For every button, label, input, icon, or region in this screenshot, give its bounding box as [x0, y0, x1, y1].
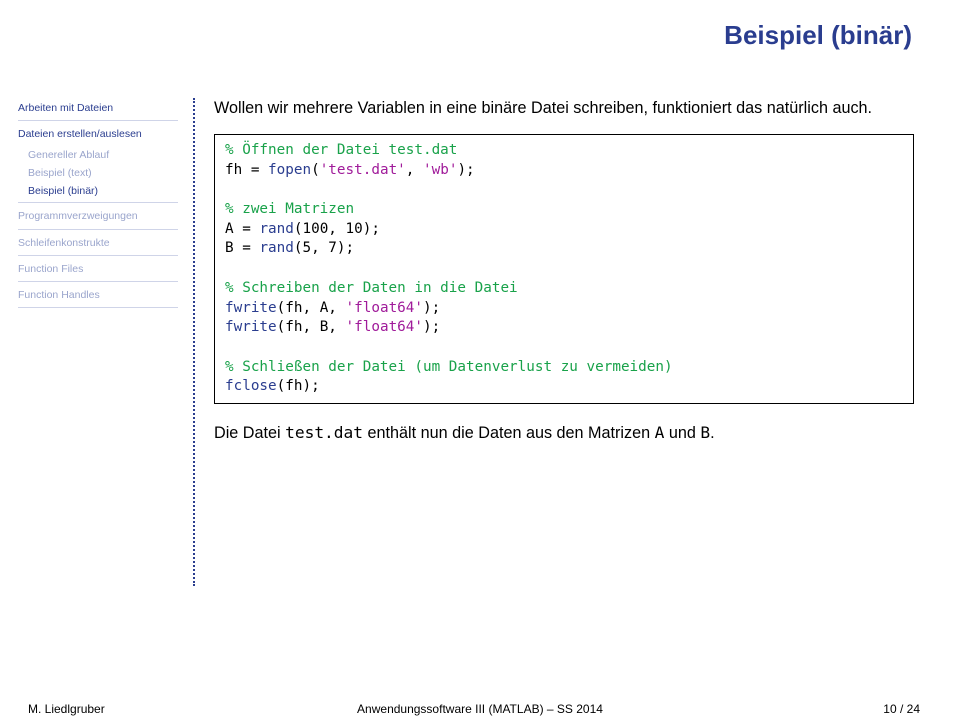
code-keyword: fclose: [225, 378, 277, 394]
slide-page: Beispiel (binär) Arbeiten mit Dateien Da…: [0, 0, 960, 720]
code-text: (fh, A,: [277, 300, 346, 316]
code-text: );: [423, 319, 440, 335]
sidebar-rule: [18, 255, 178, 256]
sidebar-rule: [18, 202, 178, 203]
sidebar-rule: [18, 307, 178, 308]
code-text: (: [311, 162, 320, 178]
slide-title: Beispiel (binär): [724, 20, 912, 51]
vertical-divider: [193, 98, 195, 586]
outro-code: B: [700, 423, 710, 442]
sidebar-item[interactable]: Beispiel (text): [18, 165, 178, 181]
code-text: (100, 10);: [294, 221, 380, 237]
code-text: B =: [225, 240, 259, 256]
outro-text: Die Datei: [214, 424, 285, 442]
footer-course: Anwendungssoftware III (MATLAB) – SS 201…: [0, 702, 960, 716]
sidebar-item[interactable]: Programmverzweigungen: [18, 208, 178, 224]
code-keyword: fopen: [268, 162, 311, 178]
code-comment: % Öffnen der Datei test.dat: [225, 142, 457, 158]
code-keyword: rand: [259, 240, 293, 256]
code-listing: % Öffnen der Datei test.dat fh = fopen('…: [214, 134, 914, 404]
sidebar-rule: [18, 229, 178, 230]
code-text: );: [457, 162, 474, 178]
code-text: (fh);: [277, 378, 320, 394]
code-string: 'wb': [423, 162, 457, 178]
footer-page-number: 10 / 24: [883, 702, 920, 716]
code-text: fh =: [225, 162, 268, 178]
outline-sidebar: Arbeiten mit Dateien Dateien erstellen/a…: [18, 100, 178, 313]
sidebar-rule: [18, 120, 178, 121]
code-text: );: [423, 300, 440, 316]
sidebar-item[interactable]: Function Files: [18, 261, 178, 277]
sidebar-item-current: Beispiel (binär): [18, 183, 178, 199]
sidebar-item[interactable]: Arbeiten mit Dateien: [18, 100, 178, 116]
code-comment: % Schreiben der Daten in die Datei: [225, 280, 518, 296]
outro-code: test.dat: [285, 423, 363, 442]
code-string: 'test.dat': [320, 162, 406, 178]
code-text: (fh, B,: [277, 319, 346, 335]
code-comment: % zwei Matrizen: [225, 201, 354, 217]
intro-paragraph: Wollen wir mehrere Variablen in eine bin…: [214, 98, 914, 120]
outro-text: und: [664, 424, 700, 442]
outro-code: A: [655, 423, 665, 442]
code-string: 'float64': [346, 300, 423, 316]
code-keyword: rand: [259, 221, 293, 237]
slide-content: Wollen wir mehrere Variablen in eine bin…: [214, 98, 914, 445]
sidebar-rule: [18, 281, 178, 282]
code-string: 'float64': [346, 319, 423, 335]
sidebar-item[interactable]: Function Handles: [18, 287, 178, 303]
outro-text: .: [710, 424, 715, 442]
sidebar-item[interactable]: Genereller Ablauf: [18, 147, 178, 163]
code-text: ,: [406, 162, 423, 178]
code-text: A =: [225, 221, 259, 237]
sidebar-item[interactable]: Dateien erstellen/auslesen: [18, 126, 178, 142]
code-keyword: fwrite: [225, 319, 277, 335]
code-keyword: fwrite: [225, 300, 277, 316]
sidebar-item[interactable]: Schleifenkonstrukte: [18, 235, 178, 251]
code-text: (5, 7);: [294, 240, 354, 256]
outro-paragraph: Die Datei test.dat enthält nun die Daten…: [214, 422, 914, 445]
outro-text: enthält nun die Daten aus den Matrizen: [363, 424, 655, 442]
code-comment: % Schließen der Datei (um Datenverlust z…: [225, 359, 673, 375]
